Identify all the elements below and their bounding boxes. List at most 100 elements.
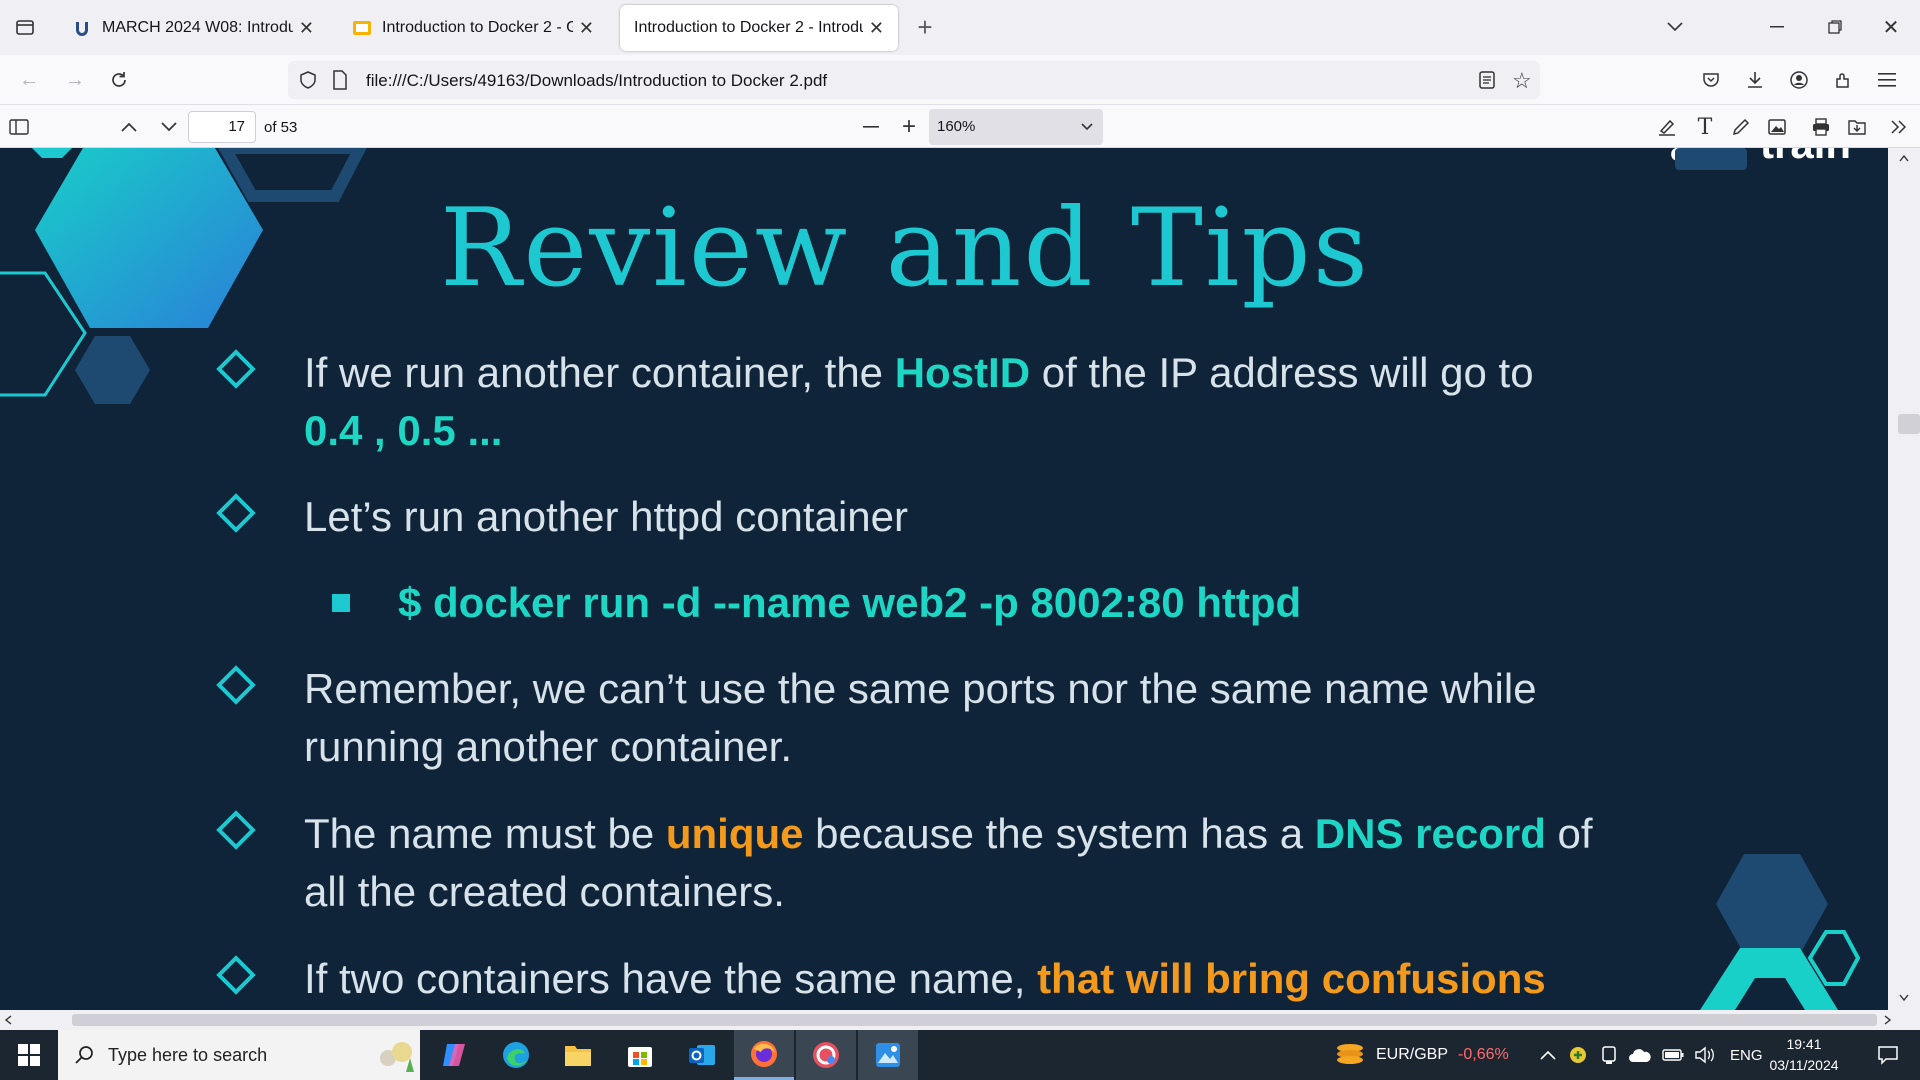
ticker-widget[interactable]: EUR/GBP -0,66% xyxy=(1334,1030,1509,1080)
file-explorer-icon[interactable] xyxy=(548,1030,608,1080)
downloads-icon[interactable] xyxy=(1740,65,1770,95)
minimize-icon[interactable] xyxy=(1762,12,1792,42)
notifications-icon[interactable] xyxy=(1858,1030,1918,1080)
battery-icon[interactable] xyxy=(1662,1048,1684,1062)
menu-icon[interactable] xyxy=(1872,65,1902,95)
image-tool-icon[interactable] xyxy=(1762,112,1792,142)
language-indicator[interactable]: ENG xyxy=(1730,1047,1763,1064)
volume-icon[interactable] xyxy=(1694,1046,1716,1064)
draw-icon[interactable] xyxy=(1726,112,1756,142)
page-count: of 53 xyxy=(264,119,298,136)
highlight-dns-record: DNS record xyxy=(1314,810,1546,857)
close-tab-icon[interactable]: ✕ xyxy=(299,18,314,39)
bullet-text: running another container. xyxy=(304,723,793,770)
chevron-down-icon[interactable] xyxy=(1660,12,1690,42)
ticker-symbol: EUR/GBP xyxy=(1376,1046,1449,1063)
coins-icon xyxy=(1337,1044,1363,1064)
search-highlight-icon xyxy=(380,1042,414,1072)
back-icon[interactable]: ← xyxy=(14,65,44,95)
edge-icon[interactable] xyxy=(486,1030,546,1080)
vertical-scroll-thumb[interactable] xyxy=(1898,414,1920,434)
tab-google-slides[interactable]: Introduction to Docker 2 - Goo ✕ xyxy=(338,5,608,51)
extensions-icon[interactable] xyxy=(1828,65,1858,95)
search-placeholder: Type here to search xyxy=(108,1045,268,1065)
tab-title: Introduction to Docker 2 - Introduc xyxy=(634,19,863,36)
highlight-unique: unique xyxy=(665,810,804,857)
firefox-icon[interactable] xyxy=(734,1030,794,1080)
vertical-scrollbar[interactable] xyxy=(1888,148,1920,1010)
list-all-tabs-icon[interactable] xyxy=(10,12,40,42)
udemy-icon xyxy=(76,22,88,36)
bullet-httpd: Let’s run another httpd container xyxy=(304,493,908,540)
tab-udemy[interactable]: MARCH 2024 W08: Introduction ✕ xyxy=(58,5,328,51)
close-tab-icon[interactable]: ✕ xyxy=(579,18,594,39)
reload-icon[interactable] xyxy=(104,65,134,95)
bullet-text: all the created containers. xyxy=(304,868,785,915)
scroll-left-icon[interactable] xyxy=(4,1015,12,1025)
shield-icon[interactable] xyxy=(298,70,318,95)
bullet-text: of xyxy=(1545,810,1593,857)
outlook-icon[interactable] xyxy=(672,1030,732,1080)
svg-text:train: train xyxy=(1760,148,1851,167)
new-tab-icon[interactable]: + xyxy=(910,12,940,42)
url-bar[interactable]: file:///C:/Users/49163/Downloads/Introdu… xyxy=(288,61,1540,99)
docker-command: $ docker run -d --name web2 -p 8002:80 h… xyxy=(398,579,1302,626)
url-text[interactable]: file:///C:/Users/49163/Downloads/Introdu… xyxy=(366,71,827,91)
chevron-up-icon[interactable] xyxy=(1540,1050,1556,1060)
print-icon[interactable] xyxy=(1806,112,1836,142)
close-tab-icon[interactable]: ✕ xyxy=(869,18,884,39)
scroll-down-icon[interactable] xyxy=(1899,994,1909,1002)
text-tool-icon[interactable]: T xyxy=(1690,112,1720,142)
scroll-up-icon[interactable] xyxy=(1899,154,1909,162)
copilot-icon[interactable] xyxy=(424,1030,484,1080)
app-icon[interactable] xyxy=(796,1030,856,1080)
square-bullet-icon xyxy=(332,594,350,612)
bookmark-star-icon[interactable]: ☆ xyxy=(1512,68,1532,94)
close-window-icon[interactable]: ✕ xyxy=(1876,12,1906,42)
bullet-text: The name must be xyxy=(304,810,666,857)
device-icon[interactable] xyxy=(1600,1045,1618,1065)
microsoft-store-icon[interactable] xyxy=(610,1030,670,1080)
windows-taskbar: Type here to search EUR/GBP -0,66% ENG 1… xyxy=(0,1030,1920,1080)
account-icon[interactable] xyxy=(1784,65,1814,95)
tab-bar: MARCH 2024 W08: Introduction ✕ Introduct… xyxy=(0,0,1920,55)
clock[interactable]: 19:41 03/11/2024 xyxy=(1760,1034,1848,1076)
bullet-ports-names: Remember, we can’t use the same ports no… xyxy=(304,660,1664,776)
tools-overflow-icon[interactable] xyxy=(1884,112,1914,142)
taskbar-search-box[interactable]: Type here to search xyxy=(58,1030,420,1080)
highlight-icon[interactable] xyxy=(1652,112,1682,142)
windows-start-icon[interactable] xyxy=(0,1030,58,1080)
photos-icon[interactable] xyxy=(858,1030,918,1080)
pocket-icon[interactable] xyxy=(1696,65,1726,95)
bullet-unique-name: The name must be unique because the syst… xyxy=(304,805,1704,921)
app-tray-icon[interactable] xyxy=(1568,1045,1588,1065)
next-page-icon[interactable] xyxy=(154,112,184,142)
zoom-out-icon[interactable] xyxy=(856,112,886,142)
tab-pdf-active[interactable]: Introduction to Docker 2 - Introduc ✕ xyxy=(620,5,898,51)
horizontal-scroll-thumb[interactable] xyxy=(72,1014,1877,1026)
search-icon xyxy=(75,1046,93,1064)
zoom-select[interactable]: 160% xyxy=(929,109,1103,145)
chevron-down-icon xyxy=(1081,123,1093,131)
reader-view-icon[interactable] xyxy=(1478,70,1496,95)
page-icon[interactable] xyxy=(332,70,348,95)
previous-page-icon[interactable] xyxy=(114,112,144,142)
forward-icon[interactable]: → xyxy=(60,65,90,95)
bullet-text: If two containers have the same name, xyxy=(304,955,1038,1002)
sidebar-toggle-icon[interactable] xyxy=(4,112,34,142)
highlight-ip-values: 0.4 , 0.5 ... xyxy=(304,407,503,454)
tab-title: MARCH 2024 W08: Introduction xyxy=(102,19,293,36)
slide-title: Review and Tips xyxy=(440,186,1371,311)
page-number-input[interactable]: 17 xyxy=(188,111,256,143)
horizontal-scrollbar[interactable] xyxy=(0,1010,1920,1030)
cloud-icon[interactable] xyxy=(1628,1046,1652,1064)
scroll-right-icon[interactable] xyxy=(1884,1015,1892,1025)
save-icon[interactable] xyxy=(1842,112,1872,142)
bullet-text: of the IP address will go to xyxy=(1030,349,1534,396)
bullet-text: because the system has a xyxy=(803,810,1315,857)
zoom-in-icon[interactable]: + xyxy=(894,112,924,142)
tab-title: Introduction to Docker 2 - Goo xyxy=(382,19,573,36)
system-tray[interactable]: ENG xyxy=(1540,1030,1763,1080)
restore-icon[interactable] xyxy=(1820,12,1850,42)
bullet-hostid: If we run another container, the HostID … xyxy=(304,344,1664,460)
